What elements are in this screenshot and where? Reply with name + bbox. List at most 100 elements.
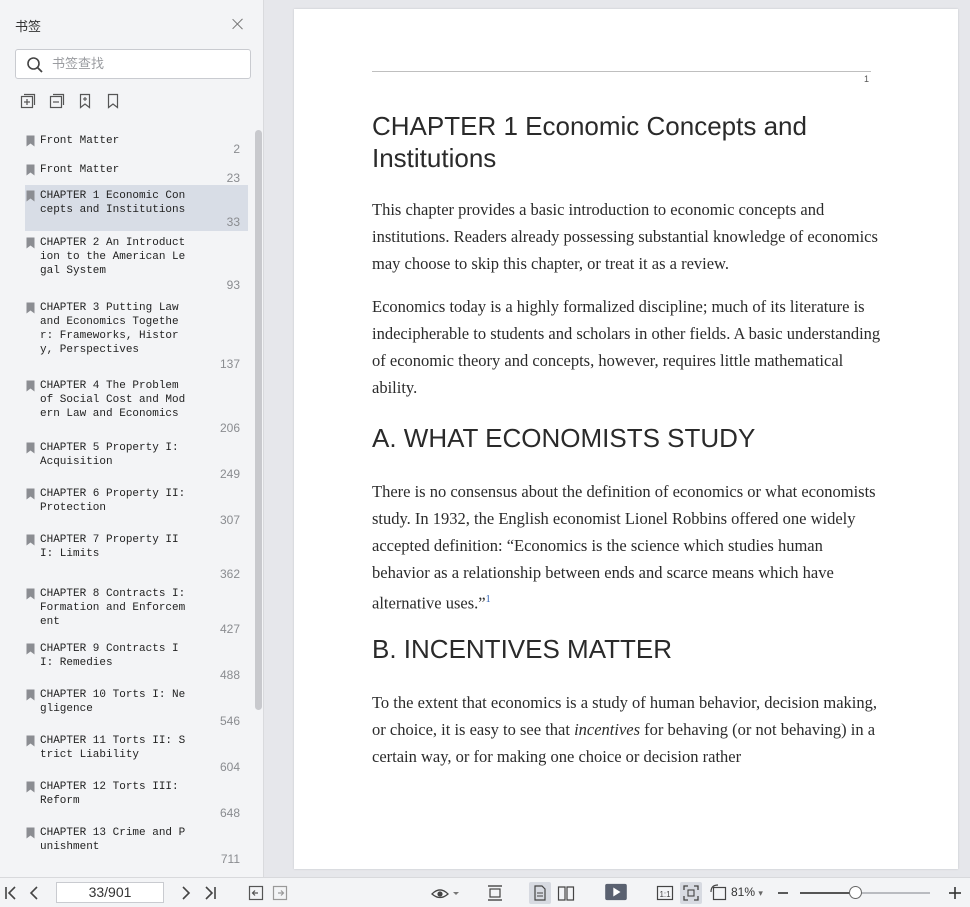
previous-page-icon[interactable] <box>28 884 40 902</box>
back-icon[interactable] <box>248 884 264 902</box>
bookmark-item[interactable]: CHAPTER 6 Property II: Protection 307 <box>25 483 248 529</box>
bookmark-item[interactable]: Front Matter 23 <box>25 159 248 187</box>
fit-page-icon <box>683 885 699 901</box>
bookmark-page-number: 604 <box>219 760 240 774</box>
bookmark-label: CHAPTER 4 The Problem of Social Cost and… <box>40 380 186 420</box>
bookmark-page-number: 93 <box>226 278 240 292</box>
paragraph-3-text: There is no consensus about the definiti… <box>372 482 876 613</box>
play-icon[interactable] <box>604 883 628 901</box>
bookmark-item[interactable]: CHAPTER 10 Torts I: Negligence 546 <box>25 684 248 730</box>
bookmark-item[interactable]: CHAPTER 4 The Problem of Social Cost and… <box>25 375 248 437</box>
close-icon[interactable] <box>230 16 246 32</box>
bookmark-item[interactable]: CHAPTER 9 Contracts II: Remedies 488 <box>25 638 248 684</box>
bookmark-flag-icon <box>26 643 35 655</box>
paragraph-1: This chapter provides a basic introducti… <box>372 200 878 273</box>
chapter-title: CHAPTER 1 Economic Concepts and Institut… <box>372 111 807 173</box>
zoom-value: 81% <box>731 885 756 899</box>
paragraph-4: To the extent that economics is a study … <box>372 689 892 770</box>
fit-page-mode[interactable] <box>680 882 702 904</box>
bookmark-page-number: 307 <box>219 513 240 527</box>
rotate-icon[interactable] <box>710 884 728 902</box>
single-page-icon <box>534 885 546 901</box>
bookmark-label: Front Matter <box>40 164 120 176</box>
bookmark-flag-icon <box>26 302 35 314</box>
sidebar-title: 书签 <box>15 20 42 35</box>
section-heading-b: B. INCENTIVES MATTER <box>372 634 672 664</box>
bookmark-flag-icon <box>26 135 35 147</box>
footnote-ref[interactable]: 1 <box>486 594 491 605</box>
paragraph-3: There is no consensus about the definiti… <box>372 478 882 617</box>
next-page-icon[interactable] <box>180 884 192 902</box>
forward-icon[interactable] <box>272 884 288 902</box>
bookmark-item[interactable]: CHAPTER 2 An Introduction to the America… <box>25 232 248 294</box>
bookmark-flag-icon <box>26 164 35 176</box>
bookmark-page-number: 711 <box>220 852 240 866</box>
bookmark-label: Front Matter <box>40 135 120 147</box>
document-page: 1 CHAPTER 1 Economic Concepts and Instit… <box>294 9 958 869</box>
single-page-mode[interactable] <box>529 882 551 904</box>
bookmark-flag-icon <box>26 588 35 600</box>
bookmark-search-input[interactable] <box>52 54 242 74</box>
two-page-icon[interactable] <box>557 884 575 902</box>
svg-text:1:1: 1:1 <box>659 890 671 899</box>
bottom-toolbar: 33/901 1:1 81% ▾ <box>0 877 970 907</box>
zoom-level[interactable]: 81% ▾ <box>731 885 763 899</box>
bookmark-item[interactable]: CHAPTER 8 Contracts I: Formation and Enf… <box>25 583 248 638</box>
bookmark-label: CHAPTER 5 Property I: Acquisition <box>40 442 179 468</box>
bookmark-page-number: 33 <box>226 215 240 229</box>
add-bookmark-icon[interactable] <box>77 93 93 109</box>
bookmark-item[interactable]: CHAPTER 3 Putting Law and Economics Toge… <box>25 297 248 373</box>
bookmark-label: CHAPTER 13 Crime and Punishment <box>40 827 186 853</box>
expand-all-icon[interactable] <box>20 93 36 109</box>
zoom-in-icon[interactable] <box>948 884 962 902</box>
bookmark-sidebar: 书签 Front Matter2Front Matter2 <box>0 0 264 877</box>
bookmark-item[interactable]: CHAPTER 1 Economic Concepts and Institut… <box>25 185 248 231</box>
bookmark-label: CHAPTER 6 Property II: Protection <box>40 488 186 514</box>
bookmark-flag-icon <box>26 781 35 793</box>
last-page-icon[interactable] <box>203 884 217 902</box>
bookmark-page-number: 488 <box>219 668 240 682</box>
page-fit-width-icon[interactable] <box>486 884 504 902</box>
bookmark-search-box[interactable] <box>15 49 251 79</box>
sidebar-scrollbar[interactable] <box>255 130 262 710</box>
paragraph-2: Economics today is a highly formalized d… <box>372 297 881 397</box>
zoom-slider-knob[interactable] <box>848 886 862 899</box>
paragraph-4-emphasis: incentives <box>574 720 641 739</box>
bookmark-item[interactable]: Front Matter 2 <box>25 130 248 158</box>
bookmark-label: CHAPTER 8 Contracts I: Formation and Enf… <box>40 588 186 628</box>
bookmark-item[interactable]: CHAPTER 7 Property III: Limits 362 <box>25 529 248 583</box>
bookmark-item[interactable]: CHAPTER 12 Torts III: Reform 648 <box>25 776 248 822</box>
bookmark-label: CHAPTER 12 Torts III: Reform <box>40 781 179 807</box>
bookmark-page-number: 362 <box>219 567 240 581</box>
zoom-out-icon[interactable] <box>777 884 789 902</box>
bookmark-item[interactable]: CHAPTER 13 Crime and Punishment 711 <box>25 822 248 868</box>
bookmark-flag-icon <box>26 689 35 701</box>
bookmark-page-number: 137 <box>219 357 240 371</box>
search-icon <box>27 57 43 73</box>
sidebar-header: 书签 <box>0 0 264 48</box>
first-page-icon[interactable] <box>4 884 18 902</box>
bookmark-page-number: 2 <box>233 142 240 156</box>
bookmark-label: CHAPTER 9 Contracts II: Remedies <box>40 643 179 669</box>
bookmark-flag-icon <box>26 827 35 839</box>
bookmark-icon[interactable] <box>105 93 121 109</box>
bookmark-page-number: 206 <box>219 421 240 435</box>
bookmark-flag-icon <box>26 190 35 202</box>
collapse-all-icon[interactable] <box>49 93 65 109</box>
bookmark-flag-icon <box>26 380 35 392</box>
bookmark-flag-icon <box>26 534 35 546</box>
bookmark-page-number: 23 <box>226 171 240 185</box>
bookmark-item[interactable]: CHAPTER 5 Property I: Acquisition 249 <box>25 437 248 483</box>
zoom-slider-fill <box>800 892 856 894</box>
section-heading-a: A. WHAT ECONOMISTS STUDY <box>372 423 756 453</box>
bookmark-page-number: 648 <box>219 806 240 820</box>
bookmark-label: CHAPTER 11 Torts II: Strict Liability <box>40 735 186 761</box>
bookmark-item[interactable]: CHAPTER 11 Torts II: Strict Liability 604 <box>25 730 248 776</box>
bookmark-page-number: 249 <box>219 467 240 481</box>
page-number-input[interactable]: 33/901 <box>56 882 164 903</box>
eye-icon[interactable] <box>430 884 460 902</box>
bookmark-page-number: 427 <box>219 622 240 636</box>
zoom-dropdown-icon[interactable]: ▾ <box>758 888 763 898</box>
bookmark-flag-icon <box>26 488 35 500</box>
actual-size-icon[interactable]: 1:1 <box>656 884 674 902</box>
